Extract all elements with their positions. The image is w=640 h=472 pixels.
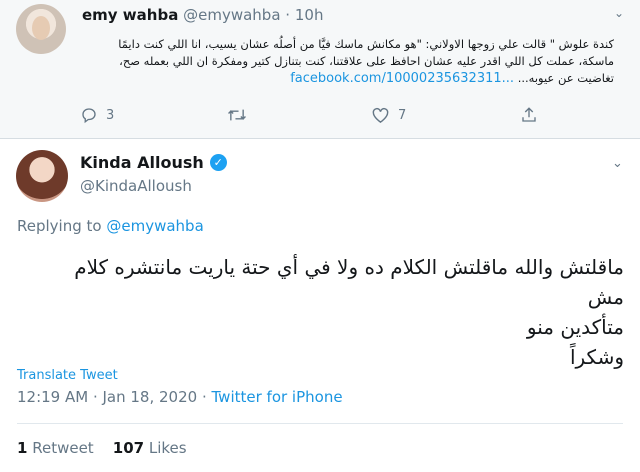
like-count: 7 [398, 107, 407, 123]
reply-count: 3 [106, 107, 115, 123]
chevron-down-icon[interactable]: ⌄ [612, 156, 623, 171]
retweet-button[interactable] [227, 106, 255, 124]
retweets-label: Retweet [32, 439, 94, 457]
divider [17, 423, 623, 424]
parent-tweet-text: كندة علوش " قالت علي زوجها الاولاني: "هو… [86, 36, 614, 87]
mention-link[interactable]: @emywahba [106, 217, 203, 235]
tweet-text-line: ماقلتش والله ماقلتش الكلام ده ولا في أي … [74, 255, 624, 309]
separator-dot: · [285, 6, 291, 24]
tweet-time[interactable]: 10h [295, 6, 324, 24]
reply-button[interactable]: 3 [80, 106, 114, 124]
author-handle[interactable]: @emywahba [183, 6, 280, 24]
replying-to: Replying to @emywahba [17, 217, 204, 235]
heart-icon [371, 106, 390, 124]
likes-count: 107 [112, 439, 145, 457]
tweet-stats: 1 Retweet 107 Likes [17, 439, 187, 457]
parent-tweet-link[interactable]: facebook.com/10000235632311... [290, 71, 514, 86]
parent-tweet[interactable]: emy wahba @emywahba · 10h ⌄ كندة علوش " … [0, 0, 640, 139]
author-name[interactable]: Kinda Alloush [80, 153, 204, 172]
author-name[interactable]: emy wahba [82, 6, 178, 24]
reply-icon [80, 106, 98, 124]
avatar[interactable] [16, 4, 66, 54]
parent-tweet-header: emy wahba @emywahba · 10h [82, 6, 323, 24]
likes-label: Likes [148, 439, 187, 457]
translate-tweet-link[interactable]: Translate Tweet [17, 368, 118, 383]
avatar[interactable] [16, 150, 68, 202]
author-handle[interactable]: @KindaAlloush [80, 177, 192, 195]
chevron-down-icon[interactable]: ⌄ [614, 6, 624, 20]
tweet-text-line: متأكدين منو [526, 315, 624, 339]
author-name-row: Kinda Alloush ✓ [80, 153, 227, 172]
likes-stat[interactable]: 107 Likes [113, 439, 187, 457]
tweet-actions: 3 7 [80, 106, 620, 128]
tweet-text: ماقلتش والله ماقلتش الكلام ده ولا في أي … [40, 252, 624, 372]
tweet-source[interactable]: Twitter for iPhone [212, 388, 343, 406]
retweets-stat[interactable]: 1 Retweet [17, 439, 94, 457]
tweet-meta: 12:19 AM · Jan 18, 2020 · Twitter for iP… [17, 388, 343, 406]
replying-prefix: Replying to [17, 217, 102, 235]
tweet-timestamp[interactable]: 12:19 AM · Jan 18, 2020 · [17, 388, 212, 406]
retweets-count: 1 [17, 439, 28, 457]
share-button[interactable] [520, 106, 538, 124]
share-icon [520, 106, 538, 124]
retweet-icon [227, 106, 247, 124]
tweet-text-line: وشكراً [569, 345, 624, 369]
like-button[interactable]: 7 [371, 106, 406, 124]
verified-badge-icon: ✓ [209, 154, 227, 171]
